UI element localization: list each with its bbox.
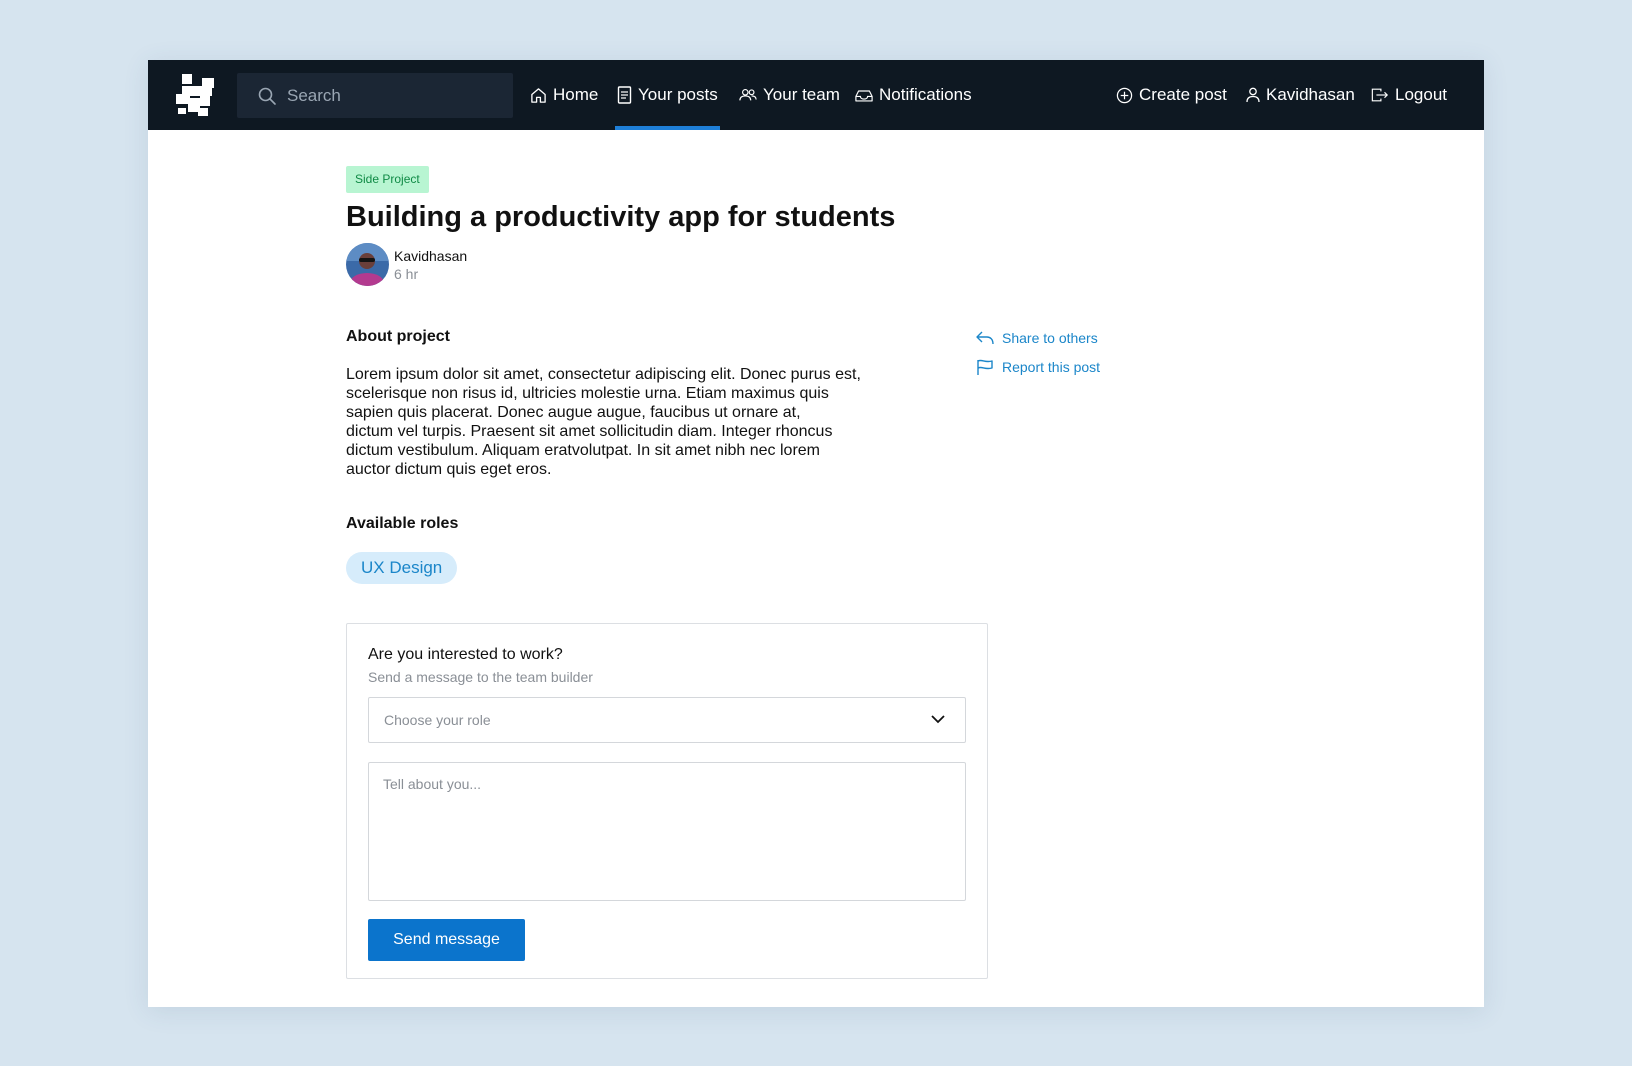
role-chip-ux-design[interactable]: UX Design <box>346 552 458 584</box>
app-window: Home Your posts Your team <box>148 60 1484 1007</box>
apply-form-subtitle: Send a message to the team builder <box>368 669 593 685</box>
send-message-button[interactable]: Send message <box>368 919 525 961</box>
inbox-icon <box>855 89 873 101</box>
nav-create-post[interactable]: Create post <box>1116 60 1227 130</box>
post-time: 6 hr <box>394 266 419 282</box>
search-box[interactable] <box>237 73 513 118</box>
message-textarea[interactable] <box>368 762 966 901</box>
nav-logout-label: Logout <box>1395 85 1447 104</box>
author-name[interactable]: Kavidhasan <box>394 248 467 264</box>
nav-home-label: Home <box>553 85 599 104</box>
report-link[interactable]: Report this post <box>976 357 1100 377</box>
nav-notifications-label: Notifications <box>879 85 972 104</box>
nav-your-posts[interactable]: Your posts <box>615 60 720 130</box>
category-tag: Side Project <box>346 166 429 193</box>
about-heading: About project <box>346 328 450 345</box>
flag-icon <box>977 359 993 375</box>
logo-icon[interactable] <box>176 74 220 118</box>
search-input[interactable] <box>287 73 502 118</box>
nav-your-team-label: Your team <box>763 85 840 104</box>
role-select-value: Choose your role <box>384 712 491 728</box>
roles-heading: Available roles <box>346 515 459 532</box>
role-select[interactable]: Choose your role <box>368 697 966 743</box>
nav-create-post-label: Create post <box>1139 85 1227 104</box>
user-icon <box>1246 87 1260 103</box>
nav-your-posts-label: Your posts <box>638 85 718 104</box>
plus-circle-icon <box>1116 87 1133 103</box>
team-icon <box>739 89 757 101</box>
project-description: Lorem ipsum dolor sit amet, consectetur … <box>346 366 861 478</box>
report-label: Report this post <box>1002 359 1101 375</box>
apply-form-card: Are you interested to work? Send a messa… <box>346 623 988 979</box>
home-icon <box>531 87 546 103</box>
nav-logout[interactable]: Logout <box>1371 60 1447 130</box>
nav-profile[interactable]: Kavidhasan <box>1246 60 1355 130</box>
nav-profile-label: Kavidhasan <box>1266 85 1355 104</box>
document-icon <box>617 86 632 104</box>
chevron-down-icon <box>931 715 945 724</box>
avatar[interactable] <box>346 243 389 286</box>
share-link[interactable]: Share to others <box>976 328 1098 348</box>
logout-icon <box>1371 88 1389 102</box>
top-navbar: Home Your posts Your team <box>148 60 1484 130</box>
nav-notifications[interactable]: Notifications <box>855 60 972 130</box>
author-photo <box>346 243 389 286</box>
nav-your-team[interactable]: Your team <box>739 60 840 130</box>
nav-home[interactable]: Home <box>530 60 598 130</box>
share-icon <box>976 331 994 345</box>
apply-form-title: Are you interested to work? <box>368 646 563 663</box>
share-label: Share to others <box>1002 330 1098 346</box>
post-title: Building a productivity app for students <box>346 201 896 233</box>
search-icon <box>258 87 276 105</box>
